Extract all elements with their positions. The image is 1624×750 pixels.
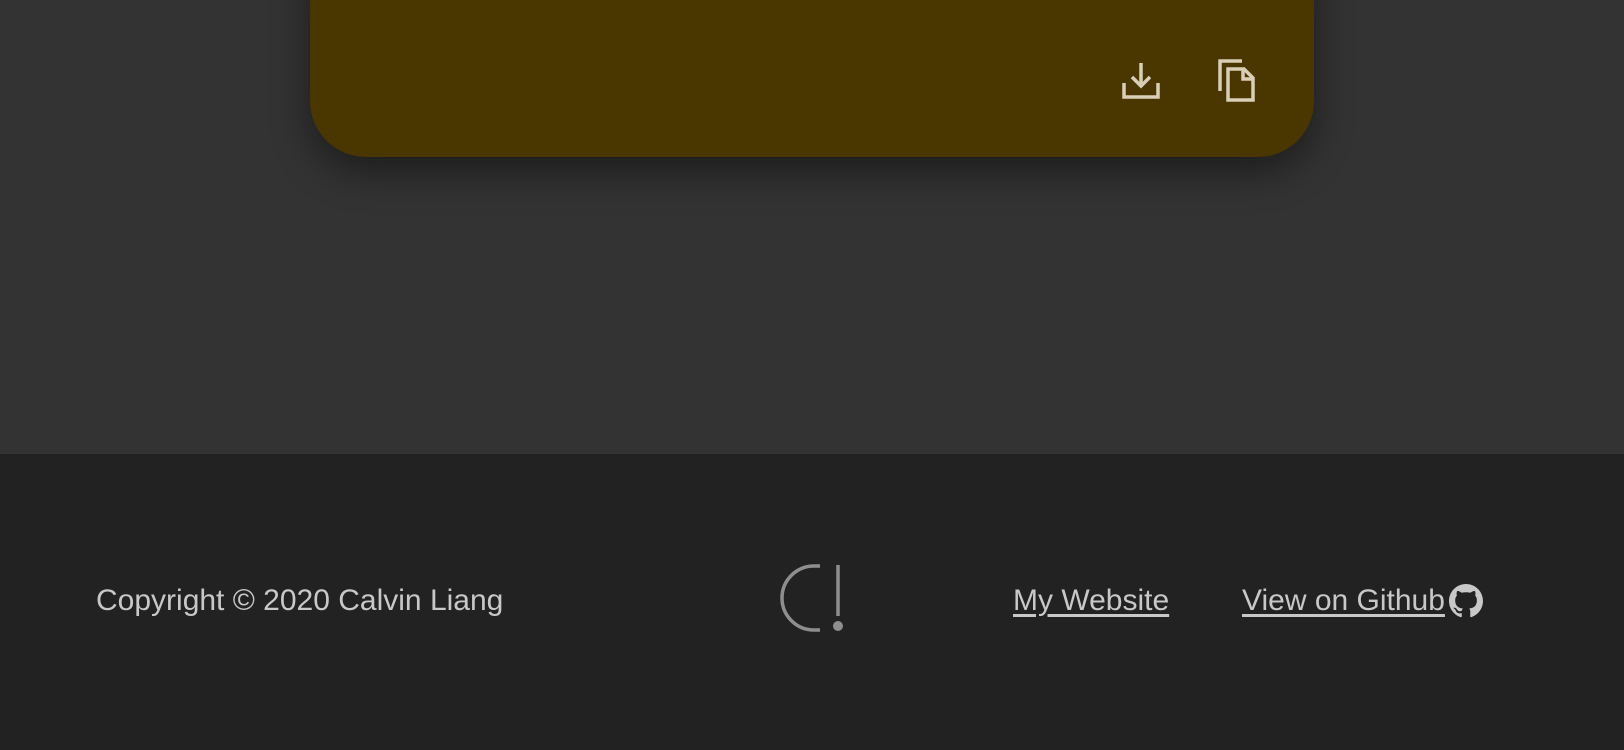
page: Copyright © 2020 Calvin Liang My Website… <box>0 0 1624 750</box>
github-link-label: View on Github <box>1242 584 1445 617</box>
download-button[interactable] <box>1121 57 1161 103</box>
logo-icon[interactable] <box>778 562 848 634</box>
card-actions <box>1121 57 1256 103</box>
main-area <box>0 0 1624 454</box>
github-icon <box>1448 584 1483 618</box>
my-website-link[interactable]: My Website <box>1013 583 1169 619</box>
copy-button[interactable] <box>1216 57 1256 103</box>
color-card <box>310 0 1314 157</box>
copyright-text: Copyright © 2020 Calvin Liang <box>96 584 504 617</box>
github-link[interactable]: View on Github <box>1242 583 1483 619</box>
copy-icon <box>1218 59 1255 102</box>
download-icon <box>1122 63 1160 99</box>
